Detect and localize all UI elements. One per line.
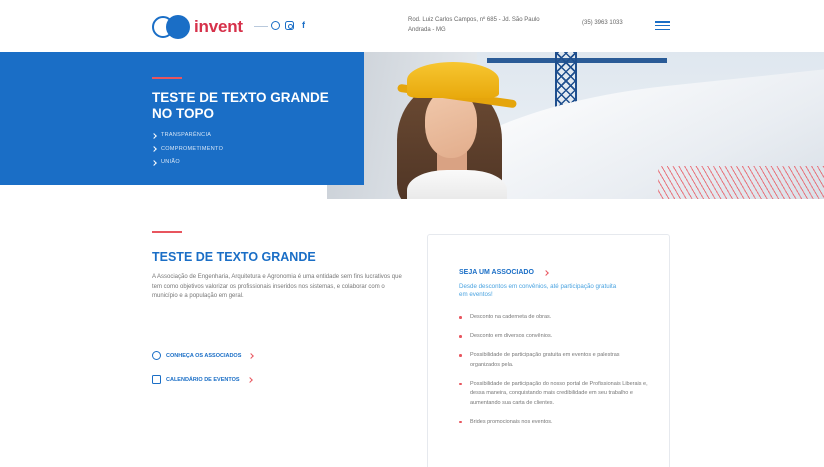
facebook-icon[interactable]: f bbox=[299, 19, 308, 31]
section-title: TESTE DE TEXTO GRANDE bbox=[152, 250, 316, 264]
header-divider bbox=[254, 26, 268, 27]
hero-list: TRANSPARÊNCIA COMPROMETIMENTO UNIÃO bbox=[151, 129, 223, 170]
hero-list-item: COMPROMETIMENTO bbox=[151, 143, 223, 157]
address-text: Rod. Luiz Carlos Campos, nº 685 - Jd. Sã… bbox=[408, 17, 540, 33]
logo[interactable]: invent bbox=[152, 15, 243, 39]
benefit-item: Desconto na caderneta de obras. bbox=[459, 313, 649, 323]
benefit-item: Brides promocionais nos eventos. bbox=[459, 418, 649, 428]
benefit-item: Possibilidade de participação gratuita e… bbox=[459, 351, 649, 370]
site-header: invent f Rod. Luiz Carlos Campos, nº 685… bbox=[0, 0, 824, 52]
whatsapp-icon[interactable] bbox=[271, 21, 280, 30]
logo-mark-icon bbox=[152, 15, 190, 39]
associates-link-label: CONHEÇA OS ASSOCIADOS bbox=[166, 352, 242, 359]
benefit-item: Desconto em diversos convênios. bbox=[459, 332, 649, 342]
chevron-right-icon bbox=[246, 376, 253, 383]
hamburger-menu-icon[interactable] bbox=[655, 21, 670, 30]
social-links: f bbox=[271, 19, 308, 31]
decorative-stripes bbox=[658, 166, 824, 199]
section-text: A Associação de Engenharia, Arquitetura … bbox=[152, 274, 402, 299]
chevron-right-icon bbox=[151, 159, 157, 166]
benefit-item: Possibilidade de participação do nosso p… bbox=[459, 380, 649, 409]
hero-list-item: UNIÃO bbox=[151, 156, 223, 170]
user-icon bbox=[152, 351, 161, 360]
become-member-link[interactable]: SEJA UM ASSOCIADO bbox=[459, 269, 549, 276]
benefits-list: Desconto na caderneta de obras. Desconto… bbox=[459, 313, 649, 437]
hero-list-item: TRANSPARÊNCIA bbox=[151, 129, 223, 143]
calendar-icon bbox=[152, 375, 161, 384]
card-subtitle: Desde descontos em convênios, até partic… bbox=[459, 283, 617, 298]
chevron-right-icon bbox=[543, 269, 549, 276]
section-accent-line bbox=[152, 231, 182, 233]
events-calendar-link[interactable]: CALENDÁRIO DE EVENTOS bbox=[152, 375, 253, 384]
hero-accent-line bbox=[152, 77, 182, 79]
card-title: SEJA UM ASSOCIADO bbox=[459, 269, 534, 276]
hero-title: TESTE DE TEXTO GRANDE NO TOPO bbox=[152, 90, 329, 121]
instagram-icon[interactable] bbox=[285, 21, 294, 30]
chevron-right-icon bbox=[151, 146, 157, 153]
chevron-right-icon bbox=[151, 132, 157, 139]
phone-text[interactable]: (35) 3963 1033 bbox=[582, 20, 623, 26]
events-calendar-link-label: CALENDÁRIO DE EVENTOS bbox=[166, 376, 240, 383]
membership-card: SEJA UM ASSOCIADO Desde descontos em con… bbox=[427, 234, 670, 467]
chevron-right-icon bbox=[248, 352, 255, 359]
logo-text: invent bbox=[194, 17, 243, 36]
associates-link[interactable]: CONHEÇA OS ASSOCIADOS bbox=[152, 351, 255, 360]
